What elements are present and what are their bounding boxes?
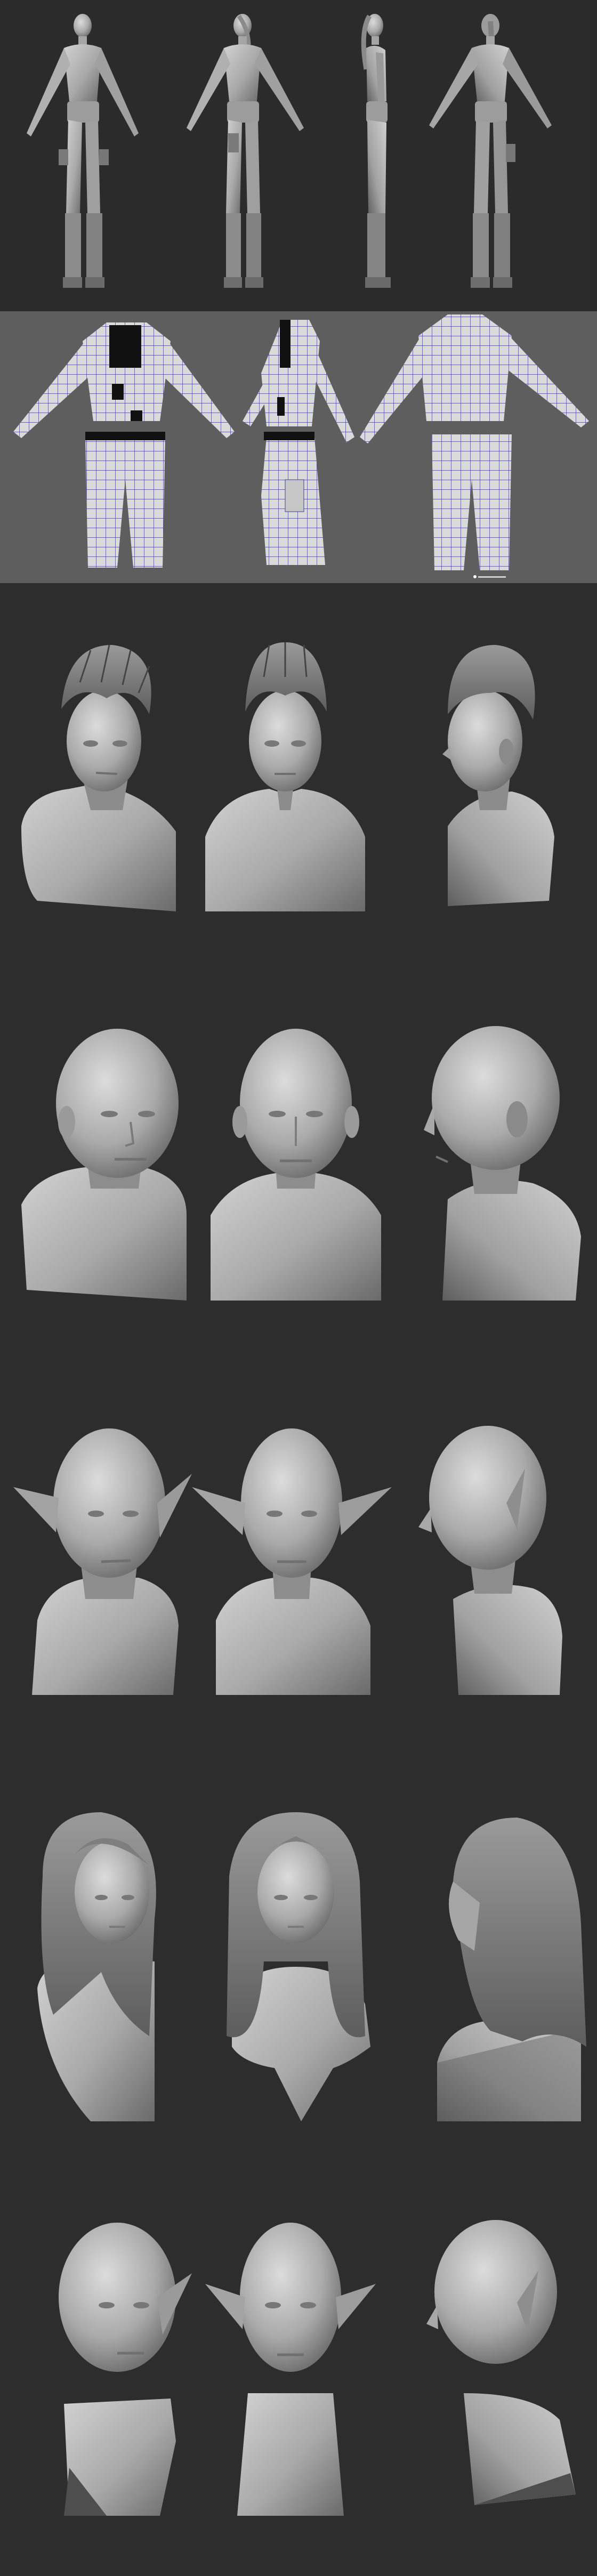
bust-elf-three-quarter (13, 1428, 192, 1695)
bust-elf-side (418, 1426, 562, 1695)
pants-front (85, 437, 165, 568)
bust-elf-older-front (205, 2223, 376, 2516)
bust-female-front (227, 1812, 370, 2121)
bust-female-side (437, 1818, 586, 2121)
logo-wordmark (478, 576, 506, 578)
bust-elf-older-side (426, 2220, 576, 2505)
bust-bald-side (424, 1026, 581, 1301)
jacket-back (418, 314, 512, 421)
bust-short-hair-row (21, 642, 554, 911)
bust-elf-male-row (13, 1426, 562, 1695)
bust-short-hair-three-quarter (21, 644, 176, 911)
sculpt-illustration (13, 14, 589, 2516)
bust-elf-front (192, 1428, 392, 1695)
bust-short-hair-side (442, 645, 554, 906)
watermark-logo (473, 575, 506, 580)
pants-back (432, 434, 512, 570)
logo-mark-icon (473, 575, 477, 578)
figure-three-quarter (187, 14, 304, 288)
turnaround-figures (27, 14, 552, 288)
figure-front (27, 14, 139, 288)
bust-long-hair-female-row (37, 1812, 586, 2121)
figure-back (429, 14, 552, 288)
wireframe-clothing (13, 314, 589, 570)
sculpt-sheet (0, 0, 597, 2576)
bust-short-hair-front (205, 642, 365, 911)
bust-bald-male-row (21, 1026, 581, 1301)
bust-bald-three-quarter (21, 1029, 187, 1301)
bust-bald-front (211, 1029, 381, 1301)
bust-elf-older-three-quarter (59, 2223, 192, 2516)
figure-side (361, 14, 391, 288)
bust-elf-older-row (59, 2220, 576, 2516)
bust-female-three-quarter (37, 1812, 156, 2121)
